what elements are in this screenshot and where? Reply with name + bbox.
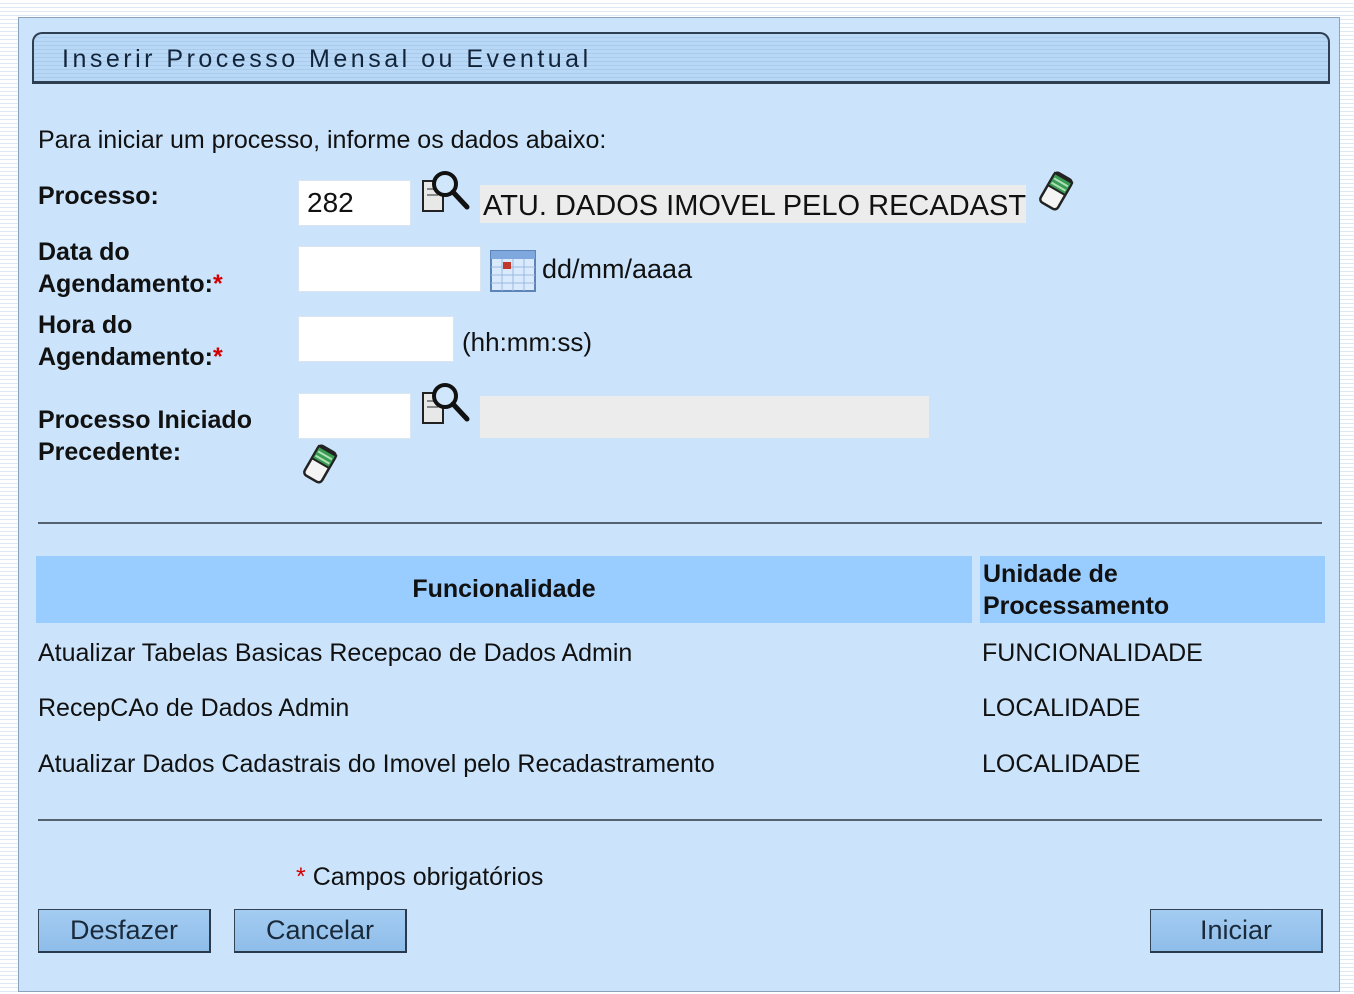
data-format-hint: dd/mm/aaaa [542, 254, 693, 284]
hora-agendamento-input[interactable] [298, 316, 454, 362]
data-label: Data do Agendamento:* [38, 238, 223, 298]
form-panel: Inserir Processo Mensal ou Eventual Para… [18, 17, 1340, 992]
table-header-funcionalidade: Funcionalidade [36, 556, 972, 623]
precedente-search-icon[interactable] [420, 381, 472, 432]
cancelar-button[interactable]: Cancelar [234, 909, 407, 953]
desfazer-button[interactable]: Desfazer [38, 909, 211, 953]
required-mark: * [213, 270, 223, 298]
processo-label: Processo: [38, 182, 159, 210]
data-agendamento-input[interactable] [298, 246, 481, 292]
required-note: * Campos obrigatórios [296, 863, 544, 891]
processo-input[interactable] [298, 180, 411, 226]
row-funcionalidade: Atualizar Tabelas Basicas Recepcao de Da… [38, 639, 633, 667]
precedente-label: Processo Iniciado Precedente: [38, 406, 252, 466]
intro-text: Para iniciar um processo, informe os dad… [38, 126, 607, 154]
row-unidade: FUNCIONALIDADE [982, 639, 1203, 667]
hora-label: Hora do Agendamento:* [38, 311, 223, 371]
row-unidade: LOCALIDADE [982, 750, 1141, 778]
row-unidade: LOCALIDADE [982, 694, 1141, 722]
divider [38, 819, 1322, 821]
calendar-icon[interactable] [490, 250, 536, 297]
precedente-description [480, 396, 929, 438]
precedente-input[interactable] [298, 393, 411, 439]
hora-format-hint: (hh:mm:ss) [462, 327, 592, 357]
title-bar: Inserir Processo Mensal ou Eventual [32, 32, 1330, 84]
required-mark: * [213, 343, 223, 371]
table-header-unidade: Unidade de Processamento [980, 556, 1325, 623]
row-funcionalidade: Atualizar Dados Cadastrais do Imovel pel… [38, 750, 715, 778]
precedente-eraser-icon[interactable] [298, 441, 342, 492]
iniciar-button[interactable]: Iniciar [1150, 909, 1323, 953]
processo-eraser-icon[interactable] [1034, 168, 1078, 219]
processo-search-icon[interactable] [420, 169, 472, 220]
processo-description: ATU. DADOS IMOVEL PELO RECADAST [480, 185, 1026, 223]
row-funcionalidade: RecepCAo de Dados Admin [38, 694, 350, 722]
page-title: Inserir Processo Mensal ou Eventual [62, 45, 592, 73]
divider [38, 522, 1322, 524]
